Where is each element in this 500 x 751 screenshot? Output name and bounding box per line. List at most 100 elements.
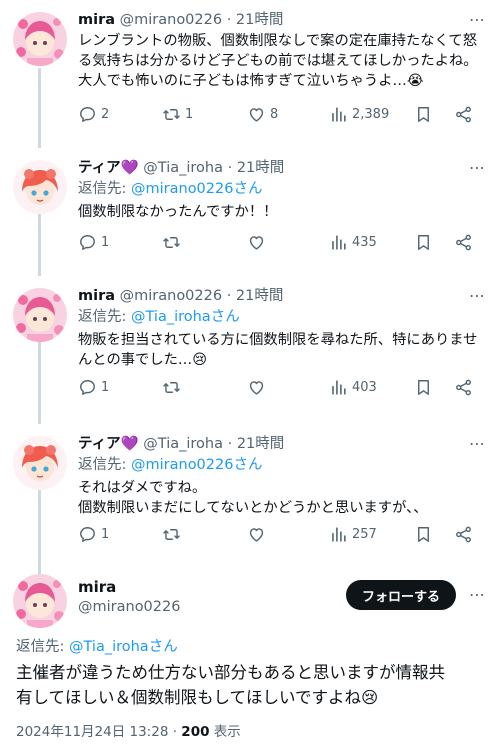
tweet-text: それはダメですね。 個数制限いまだにしてないとかどうかと思いますが、、 [78, 478, 486, 518]
reply-to-link[interactable]: @Tia_irohaさん [69, 639, 178, 655]
bookmark-icon [414, 525, 433, 544]
tweet-time[interactable]: · 21時間 [227, 288, 284, 304]
reply-to-line: 返信先: @mirano0226さん [78, 179, 262, 199]
tweet-text-line: んとの事でした…😢 [78, 352, 208, 368]
thread-line [38, 212, 41, 276]
views-button[interactable]: 2,389 [329, 104, 389, 124]
reply-to-link[interactable]: @mirano0226さん [131, 457, 262, 473]
tweet-text-line: それはダメですね。 [78, 480, 207, 496]
like-button[interactable] [247, 524, 270, 544]
like-button[interactable] [247, 377, 270, 397]
author-handle[interactable]: @Tia_iroha [143, 436, 223, 452]
retweet-button[interactable]: 1 [162, 104, 193, 124]
bookmark-button[interactable] [414, 104, 433, 124]
bookmark-button[interactable] [414, 377, 433, 397]
share-button[interactable] [454, 232, 473, 252]
tweet-header: mira @mirano0226 · 21時間 [78, 10, 283, 30]
share-icon [454, 105, 473, 124]
retweet-button[interactable] [162, 232, 185, 252]
like-icon [247, 525, 266, 544]
views-button[interactable]: 435 [329, 232, 377, 252]
more-icon[interactable]: ⋯ [469, 286, 486, 306]
thread-line [38, 340, 41, 424]
reply-to-link[interactable]: @mirano0226さん [131, 181, 262, 197]
author-handle[interactable]: @mirano0226 [78, 599, 180, 615]
author-name[interactable]: ティア💜 [78, 436, 139, 452]
share-button[interactable] [454, 377, 473, 397]
like-button[interactable] [247, 232, 270, 252]
views-count: 200 [181, 724, 210, 740]
avatar[interactable] [13, 160, 67, 214]
author-name[interactable]: mira [78, 288, 115, 304]
reply-button[interactable]: 2 [78, 104, 109, 124]
reply-to-link[interactable]: @Tia_irohaさん [131, 309, 240, 325]
author-name[interactable]: ティア💜 [78, 160, 139, 176]
retweet-button[interactable] [162, 377, 185, 397]
author-handle[interactable]: @mirano0226 [120, 288, 222, 304]
views-button[interactable]: 257 [329, 524, 377, 544]
retweet-icon [162, 233, 181, 252]
avatar[interactable] [13, 574, 67, 628]
retweet-icon [162, 105, 181, 124]
like-icon [247, 233, 266, 252]
tweet-text: 個数制限なかったんですか！！ [78, 202, 486, 222]
retweet-button[interactable] [162, 524, 185, 544]
action-bar: 2 1 8 2,389 [78, 104, 482, 124]
tweet-text-line: 有してほしい＆個数制限もしてほしいですよね😢 [16, 688, 379, 707]
author-name[interactable]: mira [78, 12, 115, 28]
avatar[interactable] [13, 288, 67, 342]
more-icon[interactable]: ⋯ [469, 434, 486, 454]
reply-prefix: 返信先: [78, 309, 131, 325]
retweet-icon [162, 525, 181, 544]
bookmark-icon [414, 378, 433, 397]
thread-line [38, 488, 41, 574]
views-button[interactable]: 403 [329, 377, 377, 397]
like-button[interactable]: 8 [247, 104, 278, 124]
reply-prefix: 返信先: [78, 181, 131, 197]
reply-icon [78, 378, 97, 397]
timestamp: 2024年11月24日 13:28 · 200 表示 [16, 720, 241, 740]
reply-icon [78, 525, 97, 544]
bookmark-icon [414, 233, 433, 252]
reply-count: 1 [101, 379, 110, 395]
tweet-text-line: 主催者が違うため仕方ない部分もあると思いますが情報共 [16, 663, 445, 682]
avatar[interactable] [13, 12, 67, 66]
tweet-text-line: 大人でも怖いのに子どもは怖すぎて泣いちゃうよ…😭 [78, 73, 424, 89]
retweet-count: 1 [185, 106, 194, 122]
tweet-time[interactable]: · 21時間 [228, 436, 285, 452]
share-icon [454, 525, 473, 544]
share-button[interactable] [454, 104, 473, 124]
main-tweet: mira @mirano0226 フォローする ⋯ 返信先: @Tia_iroh… [0, 574, 500, 751]
more-icon[interactable]: ⋯ [469, 10, 486, 30]
author-name[interactable]: mira [78, 578, 116, 596]
more-icon[interactable]: ⋯ [469, 585, 486, 605]
action-bar: 1 257 [78, 524, 482, 544]
avatar[interactable] [13, 436, 67, 490]
more-icon[interactable]: ⋯ [469, 158, 486, 178]
views-count: 403 [352, 379, 377, 395]
tweet-time[interactable]: · 21時間 [227, 12, 284, 28]
tweet-time[interactable]: · 21時間 [228, 160, 285, 176]
tweet-text: レンブラントの物販、個数制限なしで案の定在庫持たなくて怒 る気持ちは分かるけど子ど… [78, 31, 486, 91]
tweet-timestamp[interactable]: 2024年11月24日 13:28 · [16, 724, 181, 740]
reply-to-line: 返信先: @mirano0226さん [78, 455, 262, 475]
reply-icon [78, 105, 97, 124]
reply-count: 1 [101, 234, 110, 250]
bookmark-button[interactable] [414, 524, 433, 544]
follow-button[interactable]: フォローする [346, 580, 456, 610]
reply-button[interactable]: 1 [78, 377, 109, 397]
retweet-icon [162, 378, 181, 397]
bookmark-button[interactable] [414, 232, 433, 252]
share-button[interactable] [454, 524, 473, 544]
views-icon [329, 233, 348, 252]
reply-prefix: 返信先: [16, 639, 69, 655]
author-handle[interactable]: @mirano0226 [120, 12, 222, 28]
views-icon [329, 378, 348, 397]
author-handle[interactable]: @Tia_iroha [143, 160, 223, 176]
tweet-text-line: 個数制限なかったんですか！！ [78, 204, 278, 220]
reply-to-line: 返信先: @Tia_irohaさん [78, 307, 240, 327]
views-icon [329, 105, 348, 124]
reply-button[interactable]: 1 [78, 232, 109, 252]
share-icon [454, 378, 473, 397]
reply-button[interactable]: 1 [78, 524, 109, 544]
